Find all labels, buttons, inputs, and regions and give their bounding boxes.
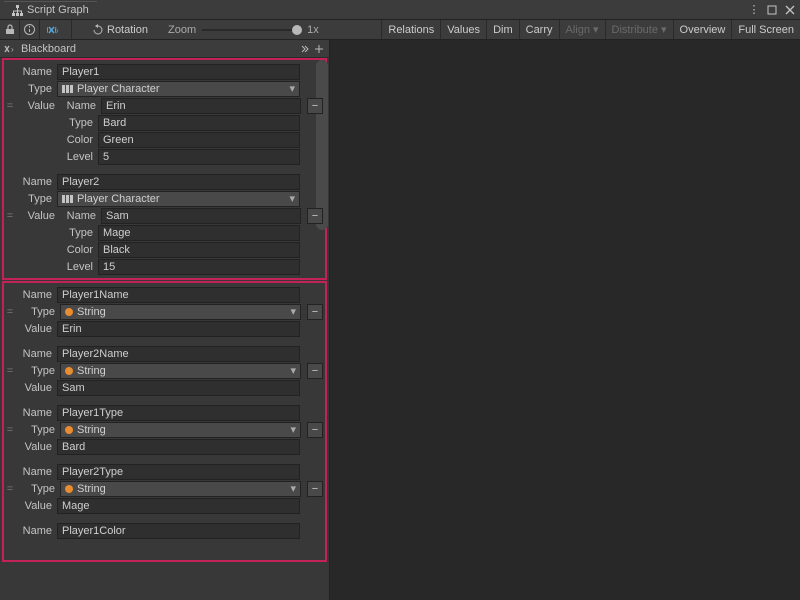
var-player2name: NamePlayer2Name =TypeString▾− ValueSam bbox=[6, 344, 323, 397]
graph-canvas[interactable] bbox=[330, 40, 800, 600]
align-button[interactable]: Align ▾ bbox=[559, 20, 605, 39]
blackboard-add-icon[interactable] bbox=[313, 43, 325, 55]
name-input[interactable]: Player1Name bbox=[57, 287, 300, 303]
value-color-input[interactable]: Green bbox=[98, 132, 300, 148]
type-dropdown[interactable]: String▾ bbox=[60, 363, 301, 379]
value-label: Value bbox=[17, 100, 57, 112]
carry-button[interactable]: Carry bbox=[519, 20, 559, 39]
nested-name-label: Name bbox=[60, 100, 98, 112]
type-dropdown[interactable]: String▾ bbox=[60, 422, 301, 438]
fullscreen-button[interactable]: Full Screen bbox=[731, 20, 800, 39]
svg-text:›: › bbox=[11, 45, 14, 54]
entry-player1: NamePlayer1 TypePlayer Character▾ =Value… bbox=[6, 62, 323, 166]
var-player1type: NamePlayer1Type =TypeString▾− ValueBard bbox=[6, 403, 323, 456]
zoom-slider[interactable] bbox=[202, 29, 297, 31]
remove-button[interactable]: − bbox=[307, 98, 323, 114]
value-level-input[interactable]: 15 bbox=[98, 259, 300, 275]
name-input[interactable]: Player1Color bbox=[57, 523, 300, 539]
name-input[interactable]: Player1 bbox=[57, 64, 300, 80]
value-color-input[interactable]: Black bbox=[98, 242, 300, 258]
remove-button[interactable]: − bbox=[307, 304, 323, 320]
type-dropdown[interactable]: String▾ bbox=[60, 481, 301, 497]
type-dropdown[interactable]: Player Character▾ bbox=[57, 191, 300, 207]
remove-button[interactable]: − bbox=[307, 363, 323, 379]
entry-player2: NamePlayer2 TypePlayer Character▾ =Value… bbox=[6, 172, 323, 276]
value-input[interactable]: Bard bbox=[57, 439, 300, 455]
blackboard-collapse-icon[interactable] bbox=[299, 43, 311, 55]
blackboard-icon: › bbox=[4, 44, 18, 54]
distribute-button[interactable]: Distribute ▾ bbox=[605, 20, 673, 39]
nested-level-label: Level bbox=[57, 151, 95, 163]
type-dropdown[interactable]: String▾ bbox=[60, 304, 301, 320]
lock-icon[interactable] bbox=[0, 20, 20, 39]
name-input[interactable]: Player2 bbox=[57, 174, 300, 190]
name-label: Name bbox=[6, 66, 54, 78]
nested-type-label: Type bbox=[57, 117, 95, 129]
relations-button[interactable]: Relations bbox=[381, 20, 440, 39]
drag-handle-icon[interactable]: = bbox=[6, 100, 14, 112]
remove-button[interactable]: − bbox=[307, 422, 323, 438]
var-player1name: NamePlayer1Name =TypeString▾− ValueErin bbox=[6, 285, 323, 338]
value-input[interactable]: Erin bbox=[57, 321, 300, 337]
name-input[interactable]: Player2Type bbox=[57, 464, 300, 480]
tab-title: Script Graph bbox=[27, 4, 89, 16]
remove-button[interactable]: − bbox=[307, 481, 323, 497]
remove-button[interactable]: − bbox=[307, 208, 323, 224]
name-input[interactable]: Player2Name bbox=[57, 346, 300, 362]
variables-icon[interactable]: › bbox=[40, 20, 72, 39]
tab-script-graph[interactable]: Script Graph bbox=[4, 1, 97, 18]
window-maximize-icon[interactable] bbox=[766, 4, 778, 16]
value-name-input[interactable]: Erin bbox=[101, 98, 301, 114]
drag-handle-icon[interactable]: = bbox=[6, 306, 14, 318]
value-level-input[interactable]: 5 bbox=[98, 149, 300, 165]
zoom-label: Zoom bbox=[168, 24, 196, 36]
dim-button[interactable]: Dim bbox=[486, 20, 519, 39]
info-icon[interactable] bbox=[20, 20, 40, 39]
value-input[interactable]: Mage bbox=[57, 498, 300, 514]
value-type-input[interactable]: Mage bbox=[98, 225, 300, 241]
group-players: NamePlayer1 TypePlayer Character▾ =Value… bbox=[2, 58, 327, 280]
hierarchy-icon bbox=[12, 5, 23, 16]
value-type-input[interactable]: Bard bbox=[98, 115, 300, 131]
rotation-icon bbox=[92, 24, 104, 36]
type-label: Type bbox=[6, 83, 54, 95]
value-input[interactable]: Sam bbox=[57, 380, 300, 396]
window-close-icon[interactable] bbox=[784, 4, 796, 16]
window-menu-icon[interactable]: ⋮ bbox=[748, 4, 760, 16]
values-button[interactable]: Values bbox=[440, 20, 486, 39]
drag-handle-icon[interactable]: = bbox=[6, 424, 14, 436]
value-name-input[interactable]: Sam bbox=[101, 208, 301, 224]
svg-text:›: › bbox=[56, 26, 59, 35]
var-player2type: NamePlayer2Type =TypeString▾− ValueMage bbox=[6, 462, 323, 515]
name-input[interactable]: Player1Type bbox=[57, 405, 300, 421]
drag-handle-icon[interactable]: = bbox=[6, 365, 14, 377]
overview-button[interactable]: Overview bbox=[673, 20, 732, 39]
zoom-value: 1x bbox=[307, 24, 319, 36]
nested-color-label: Color bbox=[57, 134, 95, 146]
blackboard-title: Blackboard bbox=[21, 43, 76, 55]
type-dropdown[interactable]: Player Character▾ bbox=[57, 81, 300, 97]
drag-handle-icon[interactable]: = bbox=[6, 210, 14, 222]
var-player1color: NamePlayer1Color bbox=[6, 521, 323, 540]
drag-handle-icon[interactable]: = bbox=[6, 483, 14, 495]
rotation-label: Rotation bbox=[107, 24, 148, 36]
group-string-vars: NamePlayer1Name =TypeString▾− ValueErin … bbox=[2, 281, 327, 562]
